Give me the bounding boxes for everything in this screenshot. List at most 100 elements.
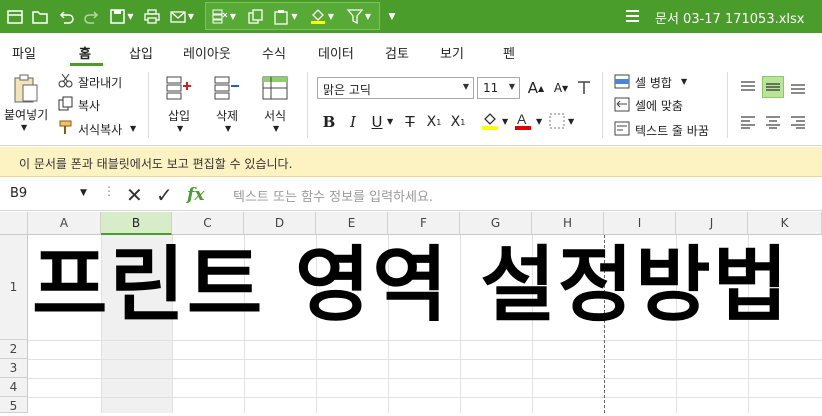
print-icon[interactable] [141, 0, 163, 33]
menu-icon[interactable] [4, 0, 26, 33]
font-color-ribbon-icon[interactable]: A [514, 111, 532, 134]
copy-button[interactable]: 복사 [78, 97, 100, 114]
confirm-icon[interactable]: ✓ [156, 183, 173, 207]
bold-icon[interactable]: B [318, 111, 340, 133]
row-header-2[interactable]: 2 [0, 340, 28, 359]
subscript-icon[interactable]: X1 [423, 111, 445, 133]
fill-color-ribbon-icon[interactable] [481, 111, 499, 134]
cut-button[interactable]: 잘라내기 [78, 74, 122, 91]
format-button[interactable]: 서식 [264, 107, 286, 124]
row-header-4[interactable]: 4 [0, 378, 28, 397]
border-icon[interactable] [549, 113, 565, 132]
insert-cells-ribbon-icon[interactable] [166, 76, 192, 103]
fit-cell-button[interactable]: 셀에 맞춤 [635, 97, 683, 114]
tab-layout[interactable]: 레이아웃 [183, 43, 231, 62]
delete-button[interactable]: 삭제 [216, 107, 238, 124]
insert-button[interactable]: 삽입 [168, 107, 190, 124]
fit-cell-icon[interactable] [614, 97, 630, 115]
function-icon[interactable]: fx [187, 185, 204, 205]
format-dropdown-icon[interactable]: ▼ [273, 124, 279, 133]
tab-pen[interactable]: 펜 [503, 43, 515, 62]
delete-cells-ribbon-icon[interactable] [214, 76, 240, 103]
superscript-icon[interactable]: X1 [447, 111, 469, 133]
underline-dropdown-icon[interactable]: ▼ [387, 117, 393, 126]
paste-icon[interactable] [13, 74, 39, 107]
merge-cells-dropdown-icon[interactable]: ▼ [681, 77, 687, 86]
select-all-corner[interactable] [0, 212, 28, 235]
column-header-i[interactable]: I [604, 212, 676, 235]
column-header-c[interactable]: C [172, 212, 244, 235]
paste-special-icon[interactable]: ▼ [270, 0, 302, 33]
filter-icon[interactable]: ▼ [342, 0, 376, 33]
mail-icon[interactable]: ▼ [166, 0, 198, 33]
spreadsheet-grid[interactable]: A B C D E F G H I J K 1 2 3 4 5 프린트 영역 설… [0, 212, 822, 413]
tab-review[interactable]: 검토 [385, 43, 409, 62]
column-header-j[interactable]: J [676, 212, 748, 235]
copy-icon[interactable] [58, 96, 73, 114]
underline-icon[interactable]: U [366, 111, 388, 133]
save-icon[interactable]: ▼ [106, 0, 138, 33]
tab-insert[interactable]: 삽입 [129, 43, 153, 62]
paste-button-label[interactable]: 붙여넣기 [4, 106, 48, 123]
italic-icon[interactable]: I [342, 111, 364, 133]
align-middle-icon[interactable] [762, 76, 784, 98]
column-header-a[interactable]: A [28, 212, 101, 235]
merge-cells-icon[interactable] [614, 74, 630, 92]
redo-icon[interactable] [81, 0, 103, 33]
wrap-text-icon[interactable] [614, 121, 630, 139]
name-box[interactable]: B9 [10, 186, 27, 201]
format-painter-icon[interactable] [58, 120, 74, 138]
tab-file[interactable]: 파일 [12, 43, 36, 62]
tab-formulas[interactable]: 수식 [262, 43, 286, 62]
column-header-b[interactable]: B [101, 212, 172, 235]
format-cells-ribbon-icon[interactable] [262, 76, 288, 103]
row-header-5[interactable]: 5 [0, 397, 28, 413]
column-header-f[interactable]: F [388, 212, 460, 235]
tab-data[interactable]: 데이터 [318, 43, 354, 62]
fill-color-icon[interactable]: ▼ [306, 0, 338, 33]
tab-view[interactable]: 보기 [440, 43, 464, 62]
format-painter-dropdown-icon[interactable]: ▼ [130, 124, 136, 133]
align-left-icon[interactable] [737, 111, 759, 133]
insert-dropdown-icon[interactable]: ▼ [177, 124, 183, 133]
align-center-icon[interactable] [762, 111, 784, 133]
scissors-icon[interactable] [58, 73, 73, 91]
font-size-select[interactable]: 11 ▼ [477, 77, 520, 99]
copy-format-icon[interactable] [244, 0, 268, 33]
column-header-k[interactable]: K [748, 212, 822, 235]
row-header-3[interactable]: 3 [0, 359, 28, 378]
decrease-font-size-icon[interactable]: A ▼ [550, 77, 572, 99]
column-header-h[interactable]: H [532, 212, 604, 235]
increase-font-size-icon[interactable]: A ▲ [525, 77, 547, 99]
cancel-icon[interactable]: ✕ [126, 183, 143, 207]
clear-format-icon[interactable] [573, 77, 595, 99]
paste-dropdown-icon[interactable]: ▼ [21, 123, 27, 132]
delete-dropdown-icon[interactable]: ▼ [225, 124, 231, 133]
align-right-icon[interactable] [787, 111, 809, 133]
splitter-handle[interactable]: ⋮ [103, 184, 115, 198]
column-header-e[interactable]: E [316, 212, 388, 235]
group-separator [148, 72, 149, 138]
merge-cells-button[interactable]: 셀 병합 [635, 74, 672, 91]
strikethrough-icon[interactable]: T [399, 111, 421, 133]
row-header-1[interactable]: 1 [0, 235, 28, 340]
open-folder-icon[interactable] [29, 0, 51, 33]
wrap-text-button[interactable]: 텍스트 줄 바꿈 [635, 122, 709, 139]
column-header-d[interactable]: D [244, 212, 316, 235]
name-box-dropdown-icon[interactable]: ▼ [80, 188, 87, 198]
gridline [28, 378, 822, 379]
align-bottom-icon[interactable] [787, 76, 809, 98]
column-header-g[interactable]: G [460, 212, 532, 235]
tab-home[interactable]: 홈 [79, 43, 91, 62]
insert-cells-icon[interactable]: ▼ [208, 0, 240, 33]
font-color-dropdown-icon[interactable]: ▼ [536, 117, 542, 126]
font-name-select[interactable]: 맑은 고딕 ▼ [317, 77, 474, 99]
more-icon[interactable]: ▼ [384, 0, 400, 33]
format-painter-button[interactable]: 서식복사 [78, 121, 122, 138]
formula-input[interactable]: 텍스트 또는 함수 정보를 입력하세요. [233, 186, 433, 205]
align-top-icon[interactable] [737, 76, 759, 98]
fill-color-dropdown-icon[interactable]: ▼ [502, 117, 508, 126]
orientation-icon[interactable] [810, 76, 822, 98]
border-dropdown-icon[interactable]: ▼ [568, 117, 574, 126]
undo-icon[interactable] [55, 0, 77, 33]
